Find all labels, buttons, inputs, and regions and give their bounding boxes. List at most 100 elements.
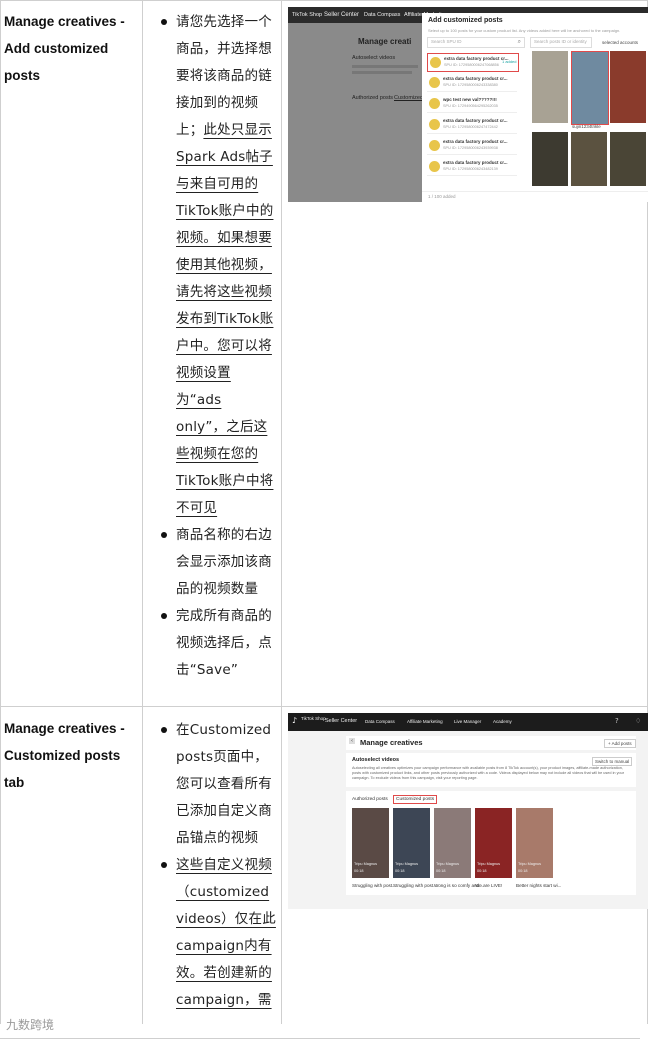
video-thumb[interactable]: Tripu Magnus 00:18 [352, 808, 389, 878]
bullet-item: 这些自定义视频（customized videos）仅在此campaign内有效… [150, 852, 276, 1014]
autoselect-description: Autoselecting all creatives optimizes yo… [352, 766, 624, 780]
bg-text-line [352, 71, 412, 74]
nav-item[interactable]: Seller Center [325, 718, 357, 724]
nav-item[interactable]: Live Manager [454, 719, 481, 724]
video-thumb[interactable] [610, 51, 646, 123]
tab-authorized-posts[interactable]: Authorized posts [352, 797, 388, 802]
footer-rule [0, 1038, 640, 1039]
table-col-divider-2 [281, 0, 282, 1024]
video-caption: Struggling with post... [393, 883, 437, 888]
video-thumb[interactable] [532, 51, 568, 123]
video-thumb[interactable]: Tripu Magnus 00:18 [434, 808, 471, 878]
product-id: SPU ID: 1729580006247068856 [444, 63, 499, 67]
product-thumb-icon [429, 77, 440, 88]
table-border-left [0, 0, 1, 1024]
product-item[interactable]: extra data factory product cr... SPU ID: … [427, 116, 517, 134]
bullet-text: 这些自定义视频（customized videos）仅在此campaign内有效… [176, 857, 276, 1008]
search-posts-input[interactable]: Search posts ID or identity [530, 37, 592, 48]
row-title: Manage creatives - Add customized posts [4, 14, 125, 83]
product-item[interactable]: extra data factory product cr... SPU ID: … [427, 137, 517, 155]
dimmed-background: Manage creati Autoselect videos Authoriz… [288, 23, 424, 202]
row-title: Manage creatives - Customized posts tab [4, 721, 125, 790]
video-thumb[interactable]: Tripu Magnus 00:18 [475, 808, 512, 878]
table-row-divider [0, 706, 648, 707]
product-name: extra data factory product cr... [443, 160, 508, 165]
bg-page-title: Manage creati [358, 37, 412, 46]
bullet-list: 在Customized posts页面中，您可以查看所有已添加自定义商品锚点的视… [150, 717, 276, 1014]
back-icon[interactable]: ‹ [349, 738, 355, 744]
product-id: SPU ID: 1729490564295262035 [443, 104, 498, 108]
footer-logo: 九数跨境 [6, 1018, 55, 1032]
nav-seller-center[interactable]: Seller Center [324, 12, 359, 18]
autoselect-card: Autoselect videos Switch to manual Autos… [346, 753, 636, 787]
video-author: Tripu Magnus [354, 862, 378, 866]
help-icon[interactable]: ? [615, 717, 619, 725]
product-item[interactable]: wpc test new val?????!!! SPU ID: 17294905… [427, 95, 517, 113]
product-thumb-icon [429, 119, 440, 130]
video-caption: Struggling with post... [352, 883, 396, 888]
product-thumb-icon [429, 140, 440, 151]
product-id: SPU ID: 1729580006247472442 [443, 125, 498, 129]
video-author: Tripu Magnus [477, 862, 501, 866]
video-caption: Better nights start wi... [516, 883, 562, 888]
added-counter: 1 / 100 added [428, 194, 456, 199]
bg-customized: Customized [394, 95, 424, 101]
product-item[interactable]: extra data factory product cr... SPU ID: … [427, 74, 517, 92]
tab-customized-posts[interactable]: Customized posts [393, 795, 438, 804]
search-spu-input[interactable]: Search SPU ID ⌕ [427, 37, 525, 48]
video-duration: 00:18 [436, 869, 446, 873]
video-author: Tripu Magnus [436, 862, 460, 866]
modal-subtitle: Select up to 100 posts for your custom p… [428, 28, 621, 33]
video-duration: 00:18 [477, 869, 487, 873]
add-posts-button[interactable]: + Add posts [604, 739, 636, 748]
bullet-item: 完成所有商品的视频选择后，点击“Save” [150, 603, 276, 684]
bell-icon[interactable]: ♢ [635, 717, 641, 725]
video-author: Tripu Magnus [518, 862, 542, 866]
bullet-text: 在Customized posts页面中，您可以查看所有已添加自定义商品锚点的视… [176, 722, 272, 846]
page-title: Manage creatives [360, 738, 423, 747]
nav-item[interactable]: Academy [493, 719, 512, 724]
video-thumb[interactable] [610, 132, 646, 186]
video-grid: sujin1234trikle [532, 51, 646, 191]
nav-item[interactable]: Affiliate Marketing [407, 719, 443, 724]
nav-data-compass[interactable]: Data Compass [364, 12, 400, 18]
selected-accounts[interactable]: selected accounts [602, 40, 638, 45]
document-table: Manage creatives - Add customized posts … [0, 0, 648, 1024]
video-thumb[interactable] [571, 132, 607, 186]
video-thumb[interactable]: Tripu Magnus 00:18 [393, 808, 430, 878]
tiktok-logo-icon: ♪ [292, 716, 298, 725]
bullet-text: 此处只显示Spark Ads帖子与来自可用的TikTok账户中的视频。如果想要使… [176, 122, 274, 516]
product-thumb-icon [429, 98, 440, 109]
bullet-item: 请您先选择一个商品，并选择想要将该商品的链接加到的视频上；此处只显示Spark … [150, 9, 276, 522]
product-name: extra data factory product cr... [443, 76, 508, 81]
bg-text-line [352, 65, 418, 68]
screenshot-customized-posts-tab: ♪ TikTok Shop Seller Center Data Compass… [288, 713, 648, 909]
video-duration: 00:18 [395, 869, 405, 873]
product-thumb-icon [430, 57, 441, 68]
nav-item[interactable]: Data Compass [365, 719, 395, 724]
video-thumb-selected[interactable] [571, 51, 609, 125]
bullet-text: 完成所有商品的视频选择后，点击“Save” [176, 608, 272, 678]
logo-text: TikTok Shop [301, 716, 326, 721]
product-item[interactable]: extra data factory product cr... SPU ID: … [427, 158, 517, 176]
modal-title: Add customized posts [428, 17, 503, 24]
video-author: Tripu Magnus [395, 862, 419, 866]
bg-autoselect: Autoselect videos [352, 55, 396, 61]
video-thumb[interactable]: Tripu Magnus 00:18 [516, 808, 553, 878]
modal-footer-divider [422, 191, 648, 192]
autoselect-title: Autoselect videos [352, 757, 400, 763]
video-caption: We are LIVE! [475, 883, 503, 888]
product-item[interactable]: extra data factory product cr... SPU ID: … [427, 53, 519, 72]
bullet-item: 在Customized posts页面中，您可以查看所有已添加自定义商品锚点的视… [150, 717, 276, 852]
product-name: extra data factory product cr... [444, 56, 509, 61]
video-thumb[interactable] [532, 132, 568, 186]
video-account-label: sujin1234trikle [572, 124, 601, 129]
product-name: extra data factory product cr... [443, 118, 508, 123]
product-id: SPU ID: 1729580006243939938 [443, 146, 498, 150]
product-id: SPU ID: 1729580006243482139 [443, 167, 498, 171]
add-posts-modal: Add customized posts Select up to 100 po… [422, 13, 648, 202]
switch-to-manual-button[interactable]: Switch to manual [592, 757, 633, 766]
top-nav-bar: ♪ TikTok Shop Seller Center Data Compass… [288, 713, 648, 731]
bullet-item: 商品名称的右边会显示添加该商品的视频数量 [150, 522, 276, 603]
bullet-text: 商品名称的右边会显示添加该商品的视频数量 [176, 527, 272, 597]
